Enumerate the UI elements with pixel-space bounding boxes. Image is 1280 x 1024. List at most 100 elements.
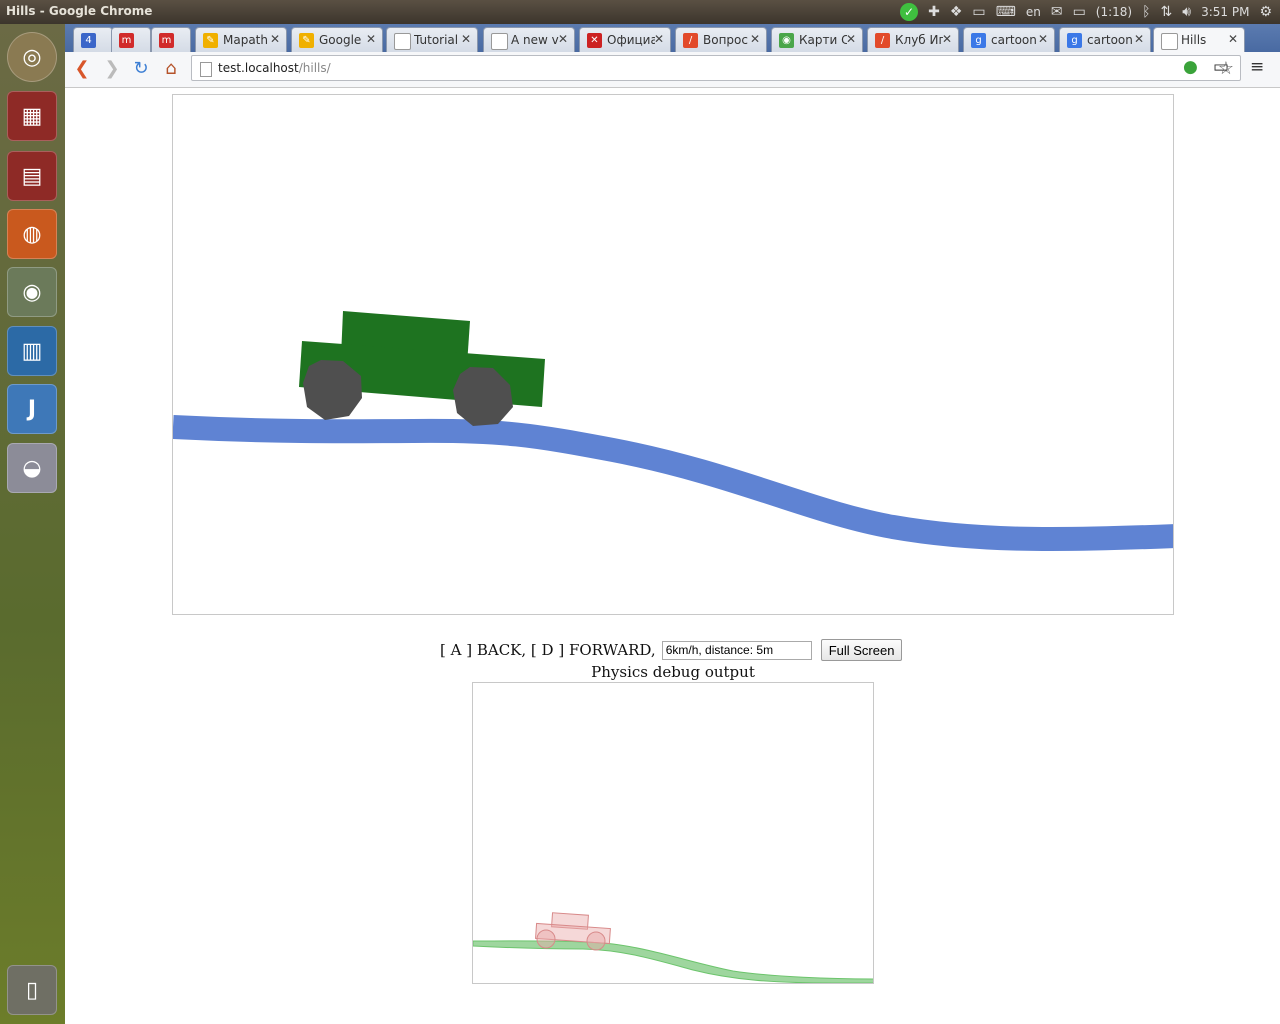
forward-arrow-icon[interactable]: ❯	[101, 58, 123, 80]
menu-icon[interactable]: ≡	[1250, 57, 1264, 77]
car	[299, 311, 545, 426]
tab-favicon-icon: ✎	[299, 33, 314, 48]
physics-debug-canvas	[472, 682, 874, 984]
tab-favicon-icon: m	[159, 33, 174, 48]
debug-wheel-front	[586, 931, 606, 951]
window-title: Hills - Google Chrome	[6, 4, 153, 18]
tab-favicon-icon: ✕	[587, 33, 602, 48]
battery-time[interactable]: (1:18)	[1096, 5, 1132, 19]
tab-favicon-icon: /	[875, 33, 890, 48]
tab-favicon-icon: g	[971, 33, 986, 48]
tab-0[interactable]: 4	[73, 27, 113, 52]
tab-11[interactable]: g cartoon ✕	[963, 27, 1055, 52]
tab-favicon-icon: ◉	[779, 33, 794, 48]
debug-wheel-rear	[536, 929, 556, 949]
tab-label: cartoon	[1087, 33, 1133, 47]
tab-2[interactable]: m	[151, 27, 191, 52]
tab-label: Карти С	[799, 33, 847, 47]
tab-strip: 4 m m ✎ Mapath ✕ ✎ Google ✕ Tutorial ✕ A new v ✕ ✕ Офи…	[65, 24, 1280, 52]
network-transfer-icon[interactable]: ⇅	[1161, 4, 1173, 20]
tab-label: cartoon	[991, 33, 1037, 47]
tab-3[interactable]: ✎ Mapath ✕	[195, 27, 287, 52]
system-tray: ✓ ✚ ❖ ▭ ⌨ en ✉ ▭ (1:18) ᛒ ⇅ 🔊︎ 3:51 PM ⚙	[900, 0, 1272, 24]
browser-toolbar: ❮ ❯ ↻ ⌂ test.localhost/hills/ ☆ ● ▭ ≡	[65, 52, 1280, 88]
window-icon[interactable]: ▭	[972, 4, 985, 20]
tab-9[interactable]: ◉ Карти С ✕	[771, 27, 863, 52]
settings-gear-icon[interactable]: ⚙	[1259, 4, 1272, 20]
tab-close-icon[interactable]: ✕	[270, 32, 280, 46]
debug-ground-band	[473, 940, 873, 983]
tab-favicon-icon: m	[119, 33, 134, 48]
tab-label: Официа	[607, 33, 655, 47]
tab-close-icon[interactable]: ✕	[366, 32, 376, 46]
tab-close-icon[interactable]: ✕	[846, 32, 856, 46]
tab-close-icon[interactable]: ✕	[750, 32, 760, 46]
tab-13[interactable]: Hills ✕	[1153, 27, 1245, 52]
debug-ground	[473, 940, 873, 983]
tab-favicon-icon: 4	[81, 33, 96, 48]
tab-12[interactable]: g cartoon ✕	[1059, 27, 1151, 52]
home-icon[interactable]: ⌂	[160, 58, 182, 80]
controls-instructions: [ A ] BACK, [ D ] FORWARD,	[440, 641, 656, 659]
tab-close-icon[interactable]: ✕	[1228, 32, 1238, 46]
tab-label: Вопрос	[703, 33, 748, 47]
tab-close-icon[interactable]: ✕	[558, 32, 568, 46]
network-plus-icon[interactable]: ✚	[928, 4, 940, 20]
keyboard-layout[interactable]: en	[1026, 5, 1041, 19]
tab-6[interactable]: A new v ✕	[483, 27, 575, 52]
file-manager-icon[interactable]: ▤	[7, 151, 57, 201]
tab-close-icon[interactable]: ✕	[1038, 32, 1048, 46]
libreoffice-writer-icon[interactable]: ▥	[7, 326, 57, 376]
tab-favicon-icon	[491, 33, 508, 50]
tab-label: Google	[319, 33, 362, 47]
clock[interactable]: 3:51 PM	[1201, 5, 1249, 19]
tab-5[interactable]: Tutorial ✕	[386, 27, 478, 52]
tab-favicon-icon: g	[1067, 33, 1082, 48]
cast-icon[interactable]: ▭	[1213, 57, 1229, 77]
tab-1[interactable]: m	[111, 27, 151, 52]
keyboard-icon[interactable]: ⌨	[996, 4, 1016, 20]
back-arrow-icon[interactable]: ❮	[71, 58, 93, 80]
dropbox-icon[interactable]: ❖	[950, 4, 963, 20]
terminal-icon[interactable]: ▦	[7, 91, 57, 141]
bluetooth-icon[interactable]: ᛒ	[1142, 4, 1150, 20]
debug-title: Physics debug output	[591, 663, 755, 681]
page-icon	[200, 62, 212, 77]
tab-8[interactable]: / Вопрос ✕	[675, 27, 767, 52]
tab-close-icon[interactable]: ✕	[942, 32, 952, 46]
intellij-icon[interactable]: J	[7, 384, 57, 434]
tab-label: Hills	[1181, 33, 1207, 47]
full-screen-button[interactable]: Full Screen	[820, 639, 903, 661]
firefox-icon[interactable]: ◍	[7, 209, 57, 259]
status-field[interactable]	[661, 640, 812, 660]
battery-icon[interactable]: ▭	[1073, 4, 1086, 20]
tab-favicon-icon	[1161, 33, 1178, 50]
volume-icon[interactable]: 🔊︎	[1182, 4, 1191, 20]
tab-close-icon[interactable]: ✕	[461, 32, 471, 46]
sync-ok-icon[interactable]: ✓	[900, 3, 919, 21]
tab-7[interactable]: ✕ Официа ✕	[579, 27, 671, 52]
disk-utility-icon[interactable]: ◒	[7, 443, 57, 493]
ubuntu-dash-icon[interactable]: ◎	[7, 32, 57, 82]
launcher: ◎ ▦ ▤ ◍ ◉ ▥ J ◒ ▯	[0, 24, 65, 1024]
tab-10[interactable]: / Клуб Иг ✕	[867, 27, 959, 52]
game-scene	[173, 311, 1173, 552]
mail-icon[interactable]: ✉	[1051, 4, 1063, 20]
tab-close-icon[interactable]: ✕	[1134, 32, 1144, 46]
address-bar[interactable]: test.localhost/hills/ ☆	[191, 55, 1241, 81]
address-url[interactable]: test.localhost/hills/	[218, 61, 331, 75]
reload-icon[interactable]: ↻	[130, 58, 152, 80]
tab-favicon-icon: /	[683, 33, 698, 48]
tab-4[interactable]: ✎ Google ✕	[291, 27, 383, 52]
trash-icon[interactable]: ▯	[7, 965, 57, 1015]
tab-label: Mapath	[223, 33, 268, 47]
hill-ground	[173, 415, 1173, 552]
controls-bar: [ A ] BACK, [ D ] FORWARD, Full Screen	[440, 638, 903, 662]
game-canvas[interactable]	[172, 94, 1174, 615]
top-panel: Hills - Google Chrome ✓ ✚ ❖ ▭ ⌨ en ✉ ▭ (…	[0, 0, 1280, 24]
chrome-icon[interactable]: ◉	[7, 267, 57, 317]
debug-scene	[473, 912, 873, 983]
tab-label: Клуб Иг	[895, 33, 943, 47]
tab-close-icon[interactable]: ✕	[654, 32, 664, 46]
extension-leaf-icon[interactable]: ●	[1183, 57, 1198, 77]
